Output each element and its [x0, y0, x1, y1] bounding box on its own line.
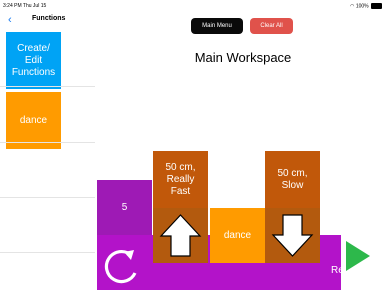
move-forward-distance-label: 50 cm, Really Fast [165, 161, 196, 197]
divider [0, 86, 95, 87]
clear-all-button[interactable]: Clear All [250, 18, 293, 34]
repeat-count-block[interactable]: 5 [97, 180, 152, 235]
divider [0, 252, 95, 253]
repeat-loop-icon [104, 250, 137, 284]
dance-function-label: dance [223, 230, 252, 241]
repeat-count-label: 5 [121, 202, 128, 213]
play-icon[interactable] [345, 240, 371, 272]
main-menu-button[interactable]: Main Menu [191, 18, 243, 34]
status-bar: 3:24 PM Thu Jul 15 ◠ 100% [0, 0, 386, 12]
divider [0, 142, 95, 143]
move-backward-distance-block[interactable]: 50 cm, Slow [265, 151, 320, 208]
sidebar-title: Functions [32, 15, 66, 22]
move-forward-block[interactable] [153, 208, 208, 263]
main-workspace: Main Menu Clear All Main Workspace 5 50 … [95, 12, 386, 290]
repeat-label: Re [331, 265, 344, 276]
move-forward-distance-block[interactable]: 50 cm, Really Fast [153, 151, 208, 208]
workspace-title: Main Workspace [194, 50, 292, 65]
divider [0, 197, 95, 198]
sidebar: ‹ Functions Create/ Edit Functions dance [0, 12, 95, 290]
back-chevron-icon[interactable]: ‹ [8, 14, 12, 26]
sidebar-header: ‹ Functions [0, 12, 95, 30]
function-dance-label: dance [19, 115, 48, 126]
arrow-down-icon [271, 214, 314, 257]
move-backward-distance-label: 50 cm, Slow [277, 167, 308, 191]
create-edit-functions-label: Create/ Edit Functions [11, 42, 56, 78]
status-time: 3:24 PM Thu Jul 15 [3, 3, 47, 9]
create-edit-functions-button[interactable]: Create/ Edit Functions [6, 32, 61, 89]
dance-function-block[interactable]: dance [210, 208, 265, 263]
arrow-up-icon [159, 214, 202, 257]
function-dance-tile[interactable]: dance [6, 92, 61, 149]
status-battery: ◠ 100% [350, 3, 382, 9]
move-backward-block[interactable] [265, 208, 320, 263]
battery-icon [371, 3, 382, 9]
